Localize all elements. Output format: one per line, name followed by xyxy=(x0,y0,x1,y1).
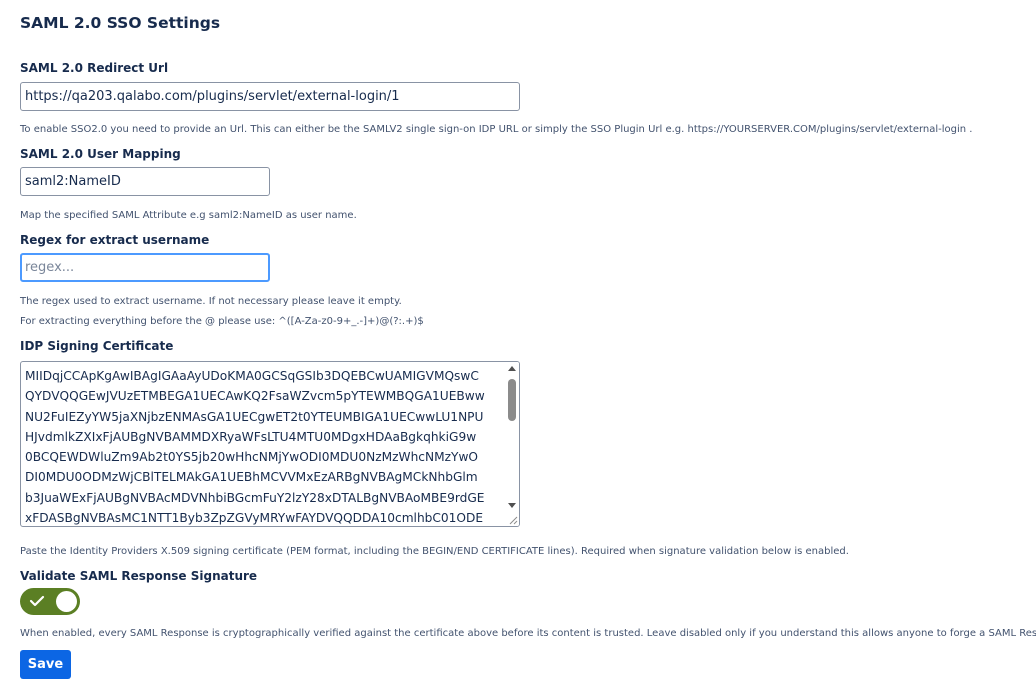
resize-grip-icon[interactable] xyxy=(508,515,518,525)
certificate-label: IDP Signing Certificate xyxy=(20,339,174,353)
regex-input[interactable] xyxy=(20,253,270,282)
regex-label: Regex for extract username xyxy=(20,233,210,247)
certificate-help: Paste the Identity Providers X.509 signi… xyxy=(20,546,849,557)
user-mapping-input[interactable] xyxy=(20,167,270,196)
redirect-url-help: To enable SSO2.0 you need to provide an … xyxy=(20,124,973,135)
regex-example-help: For extracting everything before the @ p… xyxy=(20,316,424,327)
certificate-text[interactable]: MIIDqjCCApKgAwIBAgIGAaAyUDoKMA0GCSqGSIb3… xyxy=(25,366,503,526)
certificate-textarea[interactable]: MIIDqjCCApKgAwIBAgIGAaAyUDoKMA0GCSqGSIb3… xyxy=(20,361,520,527)
validate-signature-toggle[interactable] xyxy=(20,588,80,615)
scroll-down-arrow-icon[interactable] xyxy=(508,503,516,508)
redirect-url-label: SAML 2.0 Redirect Url xyxy=(20,61,169,75)
validate-signature-help: When enabled, every SAML Response is cry… xyxy=(20,628,1036,639)
check-icon xyxy=(29,595,45,607)
scroll-thumb[interactable] xyxy=(508,379,516,421)
validate-signature-label: Validate SAML Response Signature xyxy=(20,569,258,583)
regex-help: The regex used to extract username. If n… xyxy=(20,296,402,307)
save-button[interactable]: Save xyxy=(20,650,71,679)
certificate-scrollbar[interactable] xyxy=(505,362,519,526)
redirect-url-input[interactable] xyxy=(20,82,520,111)
toggle-knob xyxy=(56,591,77,612)
scroll-up-arrow-icon[interactable] xyxy=(508,366,516,371)
user-mapping-help: Map the specified SAML Attribute e.g sam… xyxy=(20,210,357,221)
page-title: SAML 2.0 SSO Settings xyxy=(20,14,221,32)
user-mapping-label: SAML 2.0 User Mapping xyxy=(20,147,181,161)
